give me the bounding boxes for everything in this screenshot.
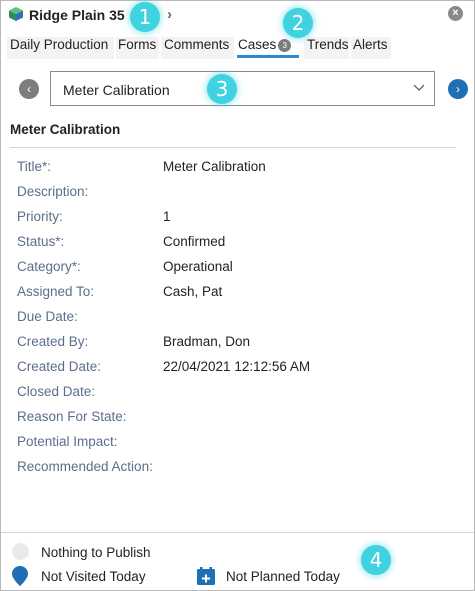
visited-status: Not Visited Today <box>41 569 146 584</box>
field-value: 22/04/2021 12:12:56 AM <box>163 359 311 374</box>
field-row-closed-date: Closed Date: <box>17 384 457 404</box>
case-panel: Ridge Plain 35 › × Daily Production Form… <box>0 0 475 591</box>
callout-badge: 2 <box>283 8 313 38</box>
field-label: Status*: <box>17 234 65 249</box>
tab-alerts[interactable]: Alerts <box>351 37 390 52</box>
field-row-title: Title*: Meter Calibration <box>17 159 457 179</box>
field-value: Confirmed <box>163 234 226 249</box>
field-row-description: Description: <box>17 184 457 204</box>
field-value: Cash, Pat <box>163 284 223 299</box>
field-row-priority: Priority: 1 <box>17 209 457 229</box>
chevron-down-icon <box>414 84 424 91</box>
calendar-add-icon <box>197 567 215 585</box>
tab-comments[interactable]: Comments <box>162 37 231 52</box>
field-label: Assigned To: <box>17 284 95 299</box>
case-select[interactable]: Meter Calibration <box>50 71 435 106</box>
chevron-right-icon[interactable]: › <box>448 79 468 99</box>
tab-daily-production[interactable]: Daily Production <box>8 37 110 52</box>
field-value: 1 <box>163 209 171 224</box>
site-title: Ridge Plain 35 <box>29 7 125 23</box>
field-label: Due Date: <box>17 309 78 324</box>
tab-forms[interactable]: Forms <box>116 37 158 52</box>
field-value: Bradman, Don <box>163 334 251 349</box>
publish-status-icon <box>12 543 29 560</box>
field-label: Closed Date: <box>17 384 96 399</box>
chevron-left-icon[interactable]: ‹ <box>19 79 39 99</box>
field-row-reason-for-state: Reason For State: <box>17 409 457 429</box>
publish-status: Nothing to Publish <box>41 545 151 560</box>
field-label: Created Date: <box>17 359 102 374</box>
field-label: Recommended Action: <box>17 459 153 474</box>
field-row-recommended-action: Recommended Action: <box>17 459 457 479</box>
map-pin-icon <box>12 566 28 586</box>
cases-count-badge: 3 <box>278 38 292 52</box>
field-row-status: Status*: Confirmed <box>17 234 457 254</box>
callout-badge: 3 <box>207 74 237 104</box>
field-label: Category*: <box>17 259 81 274</box>
divider <box>10 147 456 148</box>
chevron-right-icon[interactable]: › <box>167 6 172 23</box>
field-label: Priority: <box>17 209 63 224</box>
close-icon[interactable]: × <box>448 6 463 21</box>
field-row-created-by: Created By: Bradman, Don <box>17 334 457 354</box>
tab-trends[interactable]: Trends <box>305 37 351 52</box>
callout-badge: 1 <box>130 2 160 32</box>
tab-cases-label: Cases <box>238 37 277 52</box>
field-label: Description: <box>17 184 89 199</box>
planned-status: Not Planned Today <box>226 569 340 584</box>
tab-cases[interactable]: Cases 3 <box>236 37 293 52</box>
field-row-due-date: Due Date: <box>17 309 457 329</box>
field-value: Operational <box>163 259 233 274</box>
case-select-value: Meter Calibration <box>63 82 170 98</box>
field-label: Potential Impact: <box>17 434 118 449</box>
field-row-created-date: Created Date: 22/04/2021 12:12:56 AM <box>17 359 457 379</box>
active-tab-indicator <box>237 55 299 58</box>
field-value: Meter Calibration <box>163 159 266 174</box>
field-label: Reason For State: <box>17 409 127 424</box>
cube-logo-icon <box>9 7 23 21</box>
section-title: Meter Calibration <box>10 122 121 137</box>
field-label: Title*: <box>17 159 52 174</box>
panel-header: Ridge Plain 35 › × <box>1 1 474 31</box>
field-row-category: Category*: Operational <box>17 259 457 279</box>
field-row-potential-impact: Potential Impact: <box>17 434 457 454</box>
footer-divider <box>1 532 474 533</box>
callout-badge: 4 <box>361 545 391 575</box>
field-label: Created By: <box>17 334 89 349</box>
field-row-assigned-to: Assigned To: Cash, Pat <box>17 284 457 304</box>
